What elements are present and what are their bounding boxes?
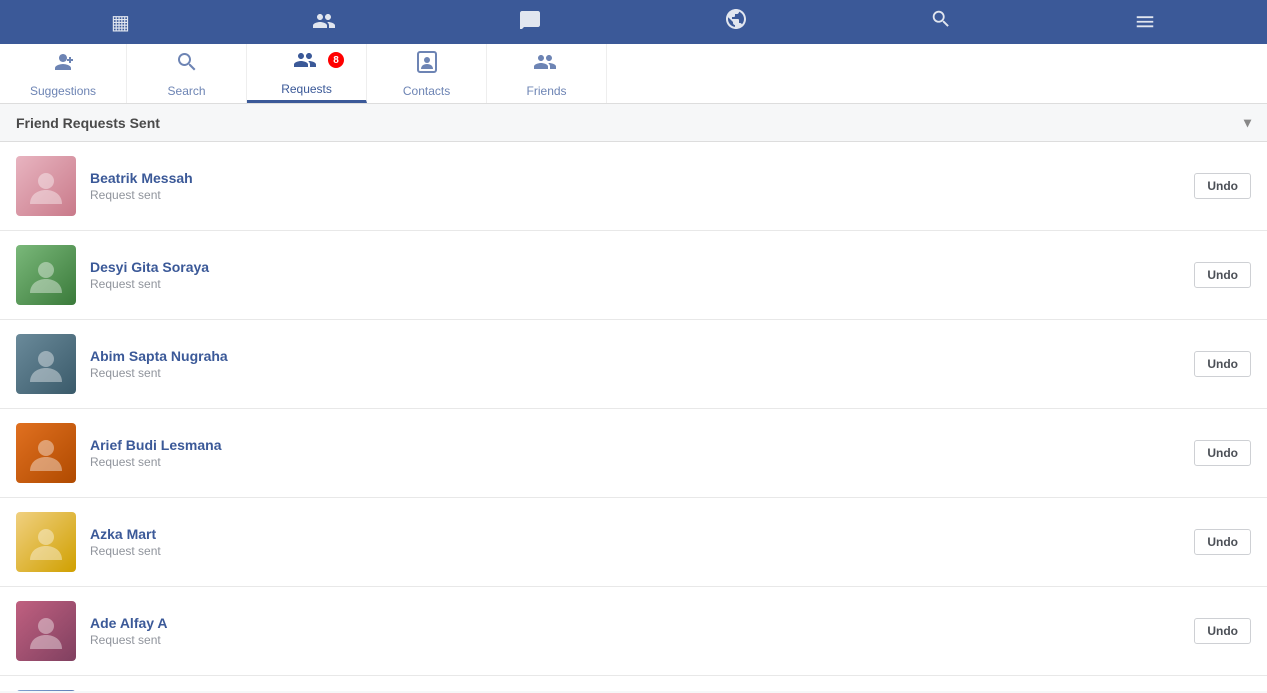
list-item: Ade Alfay A Request sent Undo xyxy=(0,587,1267,676)
undo-button[interactable]: Undo xyxy=(1194,173,1251,199)
menu-nav-icon[interactable] xyxy=(1118,2,1172,42)
requests-tab-icon xyxy=(293,48,321,78)
request-name[interactable]: Ade Alfay A xyxy=(90,615,1194,631)
avatar xyxy=(16,423,76,483)
requests-badge: 8 xyxy=(328,52,344,68)
requests-tab-label: Requests xyxy=(281,82,332,96)
avatar xyxy=(16,690,76,691)
suggestions-tab-icon xyxy=(49,50,77,80)
list-item: Desyi Gita Soraya Request sent Undo xyxy=(0,231,1267,320)
request-status: Request sent xyxy=(90,188,1194,202)
list-item: Beatrik Messah Request sent Undo xyxy=(0,142,1267,231)
messages-nav-icon[interactable] xyxy=(502,1,558,43)
request-status: Request sent xyxy=(90,277,1194,291)
friends-nav-icon[interactable] xyxy=(296,1,352,43)
avatar xyxy=(16,156,76,216)
request-status: Request sent xyxy=(90,544,1194,558)
request-name[interactable]: Azka Mart xyxy=(90,526,1194,542)
request-name[interactable]: Abim Sapta Nugraha xyxy=(90,348,1194,364)
list-item: Azka Mart Request sent Undo xyxy=(0,498,1267,587)
tab-search[interactable]: Search xyxy=(127,44,247,103)
contacts-tab-icon xyxy=(414,50,440,80)
search-nav-icon[interactable] xyxy=(914,0,968,44)
list-item: Anggia Sihombing Request sent Undo xyxy=(0,676,1267,691)
request-info: Azka Mart Request sent xyxy=(90,526,1194,558)
avatar xyxy=(16,512,76,572)
request-status: Request sent xyxy=(90,366,1194,380)
request-info: Arief Budi Lesmana Request sent xyxy=(90,437,1194,469)
tab-friends[interactable]: Friends xyxy=(487,44,607,103)
list-item: Arief Budi Lesmana Request sent Undo xyxy=(0,409,1267,498)
request-info: Abim Sapta Nugraha Request sent xyxy=(90,348,1194,380)
request-list: Beatrik Messah Request sent Undo Desyi G… xyxy=(0,142,1267,691)
section-header: Friend Requests Sent ▾ xyxy=(0,104,1267,142)
request-name[interactable]: Beatrik Messah xyxy=(90,170,1194,186)
friends-tab-label: Friends xyxy=(527,84,567,98)
undo-button[interactable]: Undo xyxy=(1194,351,1251,377)
request-info: Beatrik Messah Request sent xyxy=(90,170,1194,202)
avatar xyxy=(16,601,76,661)
list-item: Abim Sapta Nugraha Request sent Undo xyxy=(0,320,1267,409)
request-status: Request sent xyxy=(90,633,1194,647)
contacts-tab-label: Contacts xyxy=(403,84,450,98)
friends-tab-icon xyxy=(533,50,561,80)
search-tab-label: Search xyxy=(168,84,206,98)
request-name[interactable]: Arief Budi Lesmana xyxy=(90,437,1194,453)
globe-nav-icon[interactable] xyxy=(708,0,764,45)
undo-button[interactable]: Undo xyxy=(1194,618,1251,644)
section-title: Friend Requests Sent xyxy=(16,115,160,131)
top-nav: ▦ xyxy=(0,0,1267,44)
search-tab-icon xyxy=(175,50,199,80)
undo-button[interactable]: Undo xyxy=(1194,262,1251,288)
tab-contacts[interactable]: Contacts xyxy=(367,44,487,103)
suggestions-tab-label: Suggestions xyxy=(30,84,96,98)
request-status: Request sent xyxy=(90,455,1194,469)
avatar xyxy=(16,334,76,394)
sub-nav: Suggestions Search 8 Requests Contacts F… xyxy=(0,44,1267,104)
request-info: Desyi Gita Soraya Request sent xyxy=(90,259,1194,291)
request-info: Ade Alfay A Request sent xyxy=(90,615,1194,647)
avatar xyxy=(16,245,76,305)
tab-requests[interactable]: 8 Requests xyxy=(247,44,367,103)
chevron-down-icon[interactable]: ▾ xyxy=(1244,114,1251,131)
undo-button[interactable]: Undo xyxy=(1194,440,1251,466)
home-icon[interactable]: ▦ xyxy=(95,2,146,43)
undo-button[interactable]: Undo xyxy=(1194,529,1251,555)
tab-suggestions[interactable]: Suggestions xyxy=(0,44,127,103)
request-name[interactable]: Desyi Gita Soraya xyxy=(90,259,1194,275)
